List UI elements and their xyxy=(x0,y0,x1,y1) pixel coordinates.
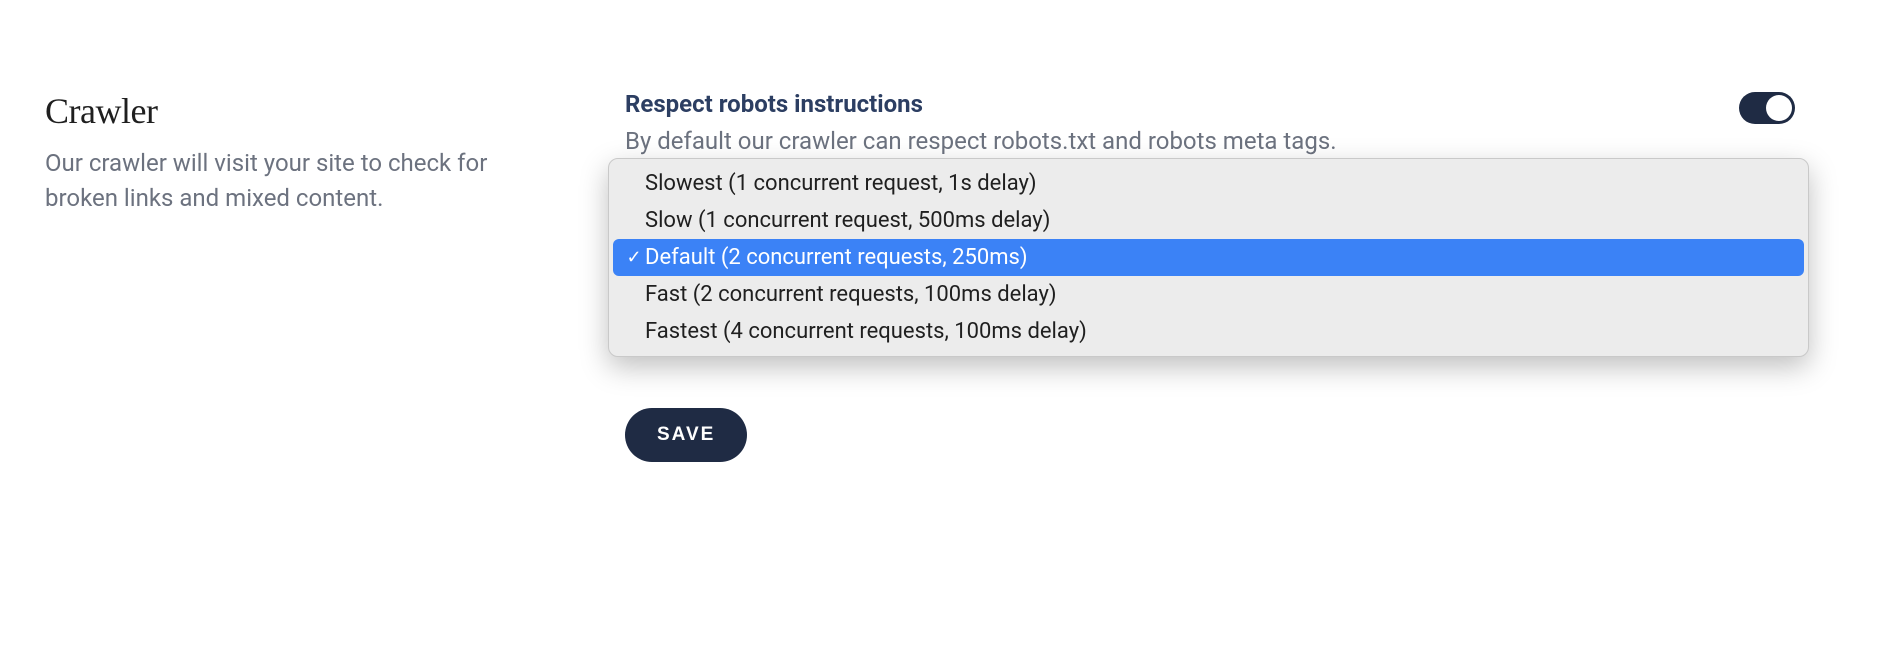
section-title: Crawler xyxy=(45,90,565,132)
speed-dropdown: Slowest (1 concurrent request, 1s delay)… xyxy=(608,158,1809,357)
speed-option-slow[interactable]: Slow (1 concurrent request, 500ms delay) xyxy=(613,202,1804,239)
robots-toggle[interactable] xyxy=(1739,92,1795,124)
speed-option-label: Fastest (4 concurrent requests, 100ms de… xyxy=(645,319,1790,344)
speed-option-fast[interactable]: Fast (2 concurrent requests, 100ms delay… xyxy=(613,276,1804,313)
speed-option-slowest[interactable]: Slowest (1 concurrent request, 1s delay) xyxy=(613,165,1804,202)
speed-option-fastest[interactable]: Fastest (4 concurrent requests, 100ms de… xyxy=(613,313,1804,350)
speed-option-label: Slow (1 concurrent request, 500ms delay) xyxy=(645,208,1790,233)
check-icon: ✓ xyxy=(623,247,645,268)
section-description: Our crawler will visit your site to chec… xyxy=(45,146,565,216)
speed-option-label: Fast (2 concurrent requests, 100ms delay… xyxy=(645,282,1790,307)
speed-option-default[interactable]: ✓ Default (2 concurrent requests, 250ms) xyxy=(613,239,1804,276)
save-button[interactable]: SAVE xyxy=(625,408,747,462)
robots-setting-title: Respect robots instructions xyxy=(625,90,1719,118)
speed-option-label: Slowest (1 concurrent request, 1s delay) xyxy=(645,171,1790,196)
robots-setting-row: Respect robots instructions By default o… xyxy=(625,90,1795,159)
robots-setting-description: By default our crawler can respect robot… xyxy=(625,124,1719,159)
toggle-knob-icon xyxy=(1766,95,1792,121)
speed-option-label: Default (2 concurrent requests, 250ms) xyxy=(645,245,1790,270)
